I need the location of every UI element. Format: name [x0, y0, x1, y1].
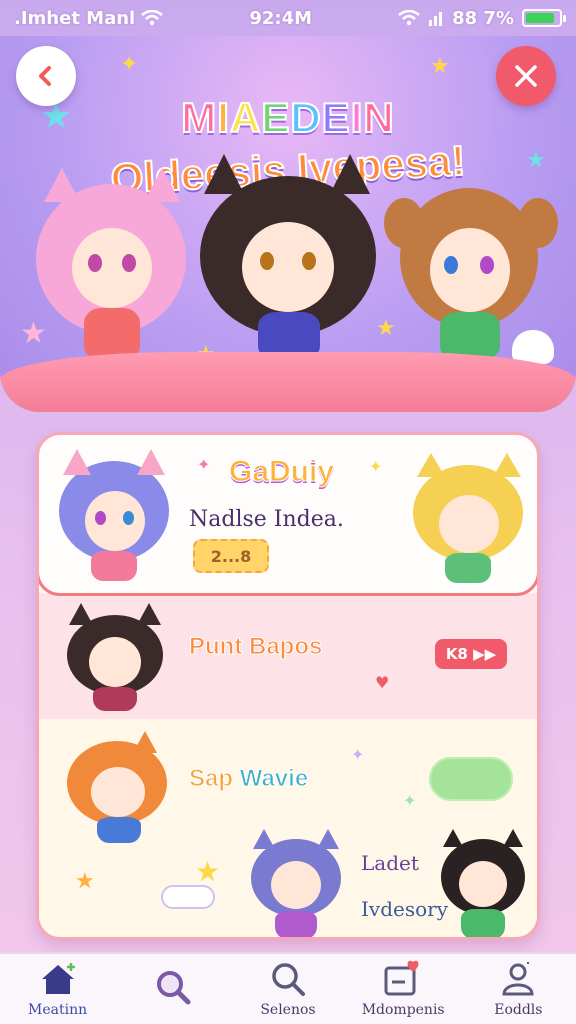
- character-black-cat-girl: [200, 154, 376, 382]
- character-avatar-blue-cat: [59, 449, 169, 581]
- carrier-text: .Imhet Manl: [14, 7, 136, 29]
- chevron-left-icon: [39, 66, 51, 86]
- character-avatar-dark-cat: [67, 603, 163, 711]
- character-card-list: GaDuiy Nadlse Indea. 2...8 ✦ ✦ Punt Bapo…: [36, 432, 540, 940]
- battery-icon: [521, 9, 566, 27]
- nav-label: Meatinn: [28, 1002, 88, 1018]
- character-card[interactable]: GaDuiy Nadlse Indea. 2...8 ✦ ✦: [39, 435, 537, 596]
- character-avatar-blonde-cat: [413, 453, 523, 583]
- hero-stage: [0, 352, 576, 412]
- bottom-nav: Meatinn Selenos Mdompenis Eoddls: [0, 952, 576, 1024]
- battery-percent: 88 7%: [452, 7, 514, 29]
- star-decoration: ✦: [120, 52, 139, 77]
- character-card[interactable]: Punt Bapos K8 ▶▶ ♥: [39, 593, 537, 719]
- status-bar: .Imhet Manl 92:4M 88 7%: [0, 0, 576, 36]
- close-button[interactable]: [496, 46, 556, 106]
- profile-icon: [499, 960, 537, 998]
- signal-icon: [429, 12, 443, 26]
- nav-item-profile[interactable]: Eoddls: [468, 960, 568, 1018]
- inbox-heart-icon: [383, 960, 423, 998]
- search-icon: [269, 960, 307, 998]
- star-decoration: ★: [376, 316, 396, 341]
- title-letter: D: [289, 93, 322, 142]
- nav-label: Eoddls: [494, 1002, 543, 1018]
- nav-item-selenos[interactable]: Selenos: [238, 960, 338, 1018]
- character-avatar-purple-cat: [251, 829, 341, 937]
- character-card[interactable]: Sap Wavie ★ ★ ✦ ✦ Ladet Ivdesory: [39, 719, 537, 937]
- heart-icon: ♥: [375, 673, 390, 692]
- cloud-decoration: [429, 757, 513, 801]
- search-icon: [154, 968, 192, 1006]
- play-button[interactable]: K8 ▶▶: [435, 639, 507, 669]
- sparkle-decoration: ✦: [403, 791, 417, 810]
- character-avatar-black-bear: [441, 829, 525, 937]
- battery-fill: [525, 13, 554, 23]
- title-letter: E: [260, 93, 291, 142]
- wifi-icon: [141, 10, 164, 26]
- sparkle-decoration: ✦: [351, 745, 365, 764]
- back-button[interactable]: [16, 46, 76, 106]
- clock: 92:4M: [249, 7, 313, 29]
- card-badge[interactable]: 2...8: [193, 539, 269, 573]
- wifi-icon: [398, 10, 420, 26]
- nav-item-search[interactable]: [123, 968, 223, 1010]
- sparkle-decoration: ✦: [197, 455, 211, 474]
- title-letter: N: [362, 93, 395, 142]
- card-title: Sap Wavie: [189, 765, 309, 793]
- star-decoration: ★: [430, 54, 450, 79]
- title-letter: E: [321, 93, 351, 142]
- title-letter: M: [180, 93, 218, 142]
- card-label: Ladet: [361, 851, 419, 875]
- nav-label: Selenos: [260, 1002, 316, 1018]
- close-icon: [515, 65, 537, 87]
- card-title: GaDuiy: [228, 455, 335, 489]
- cloud-decoration: [161, 885, 215, 909]
- star-decoration: ★: [75, 869, 95, 894]
- title-letter: A: [229, 93, 262, 142]
- home-icon: [39, 960, 77, 998]
- nav-label: Mdompenis: [361, 1002, 445, 1018]
- nav-item-mdompenis[interactable]: Mdompenis: [353, 960, 453, 1018]
- nav-item-home[interactable]: Meatinn: [8, 960, 108, 1018]
- card-title: Punt Bapos: [188, 633, 323, 661]
- card-label: Ivdesory: [361, 897, 449, 921]
- title-letter: I: [350, 93, 364, 142]
- hero-banner: ✦ ★ ★ ★ ★ ★ ★ MIAEDEIN Oldeesis Ivepesa!: [0, 36, 576, 412]
- sparkle-decoration: ✦: [369, 457, 383, 476]
- card-subtitle: Nadlse Indea.: [189, 507, 344, 532]
- title-letter: I: [216, 93, 230, 142]
- star-decoration: ★: [195, 855, 221, 888]
- character-avatar-orange-girl: [67, 731, 167, 843]
